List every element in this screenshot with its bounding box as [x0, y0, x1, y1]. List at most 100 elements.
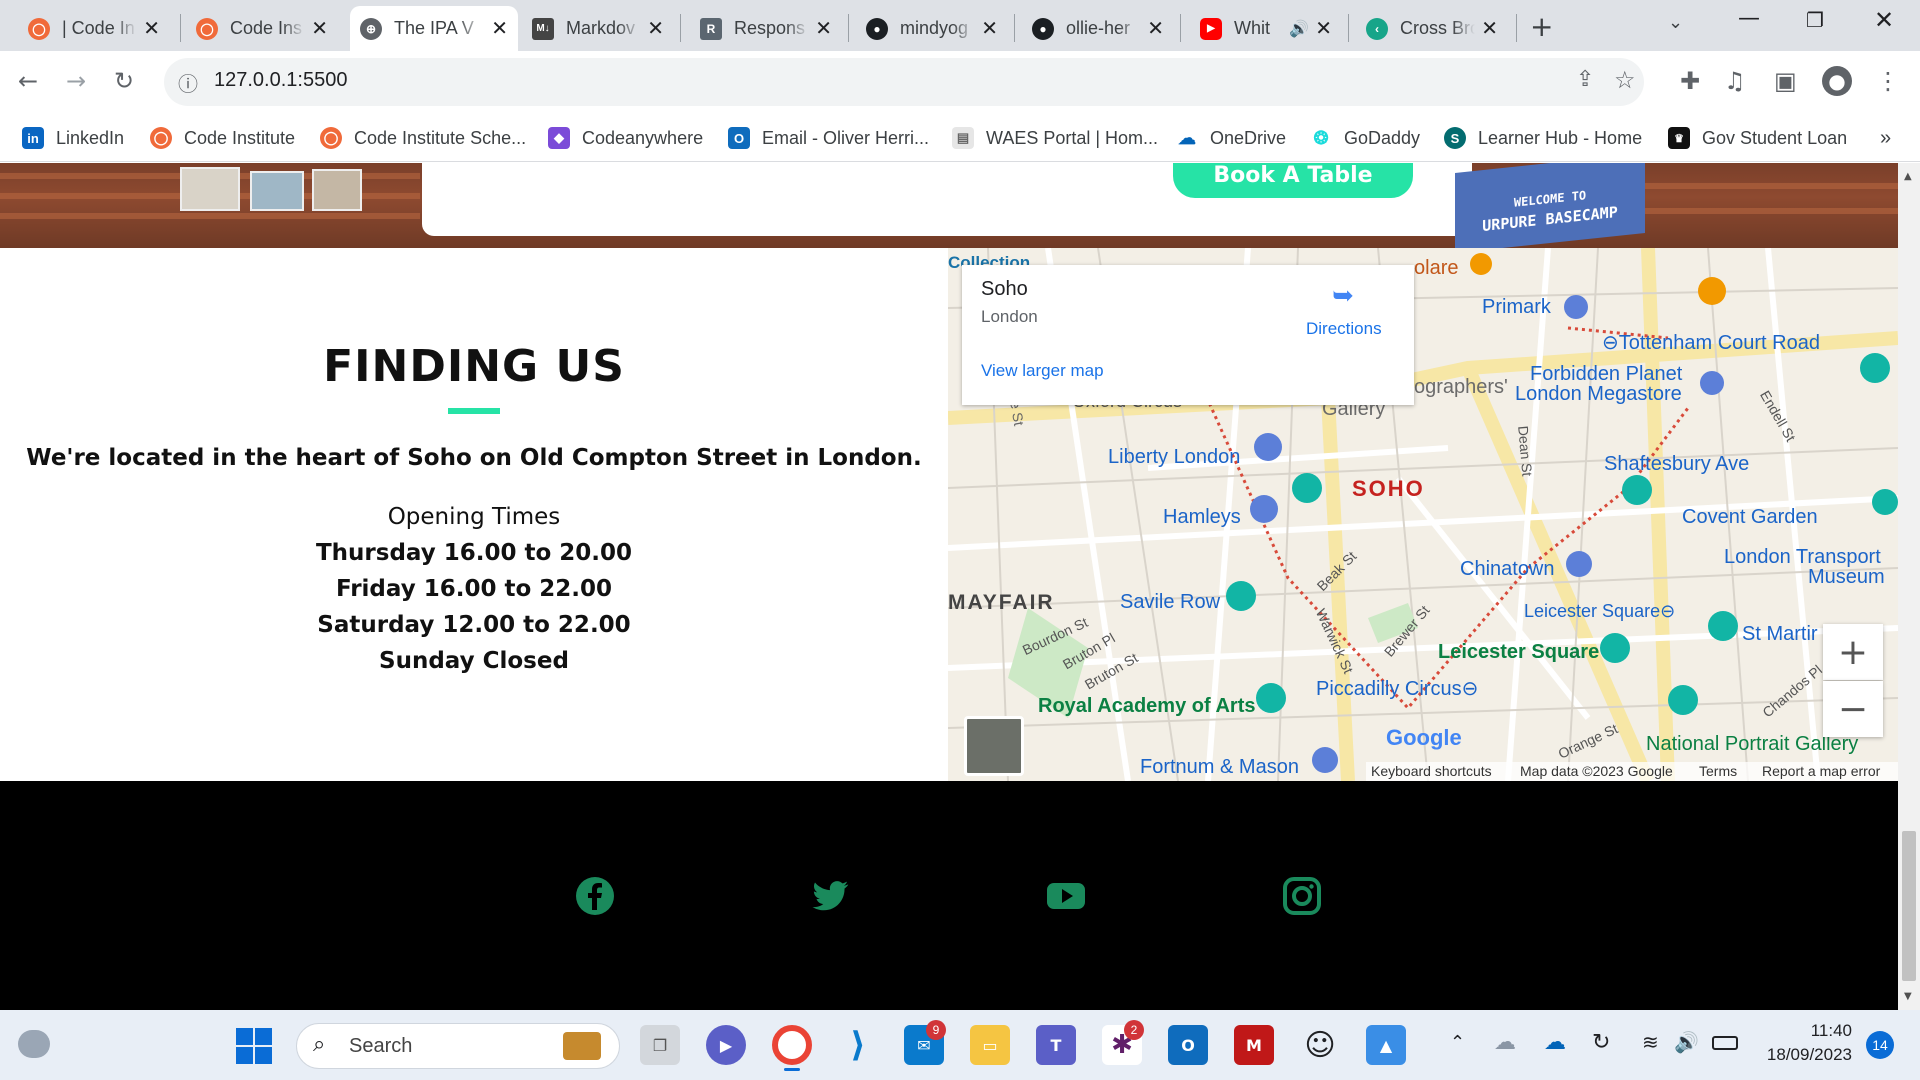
media-control-icon[interactable]: ♫: [1724, 66, 1746, 96]
chevron-up-icon[interactable]: ⌃: [1450, 1032, 1465, 1053]
bookmark-star-icon[interactable]: ☆: [1614, 66, 1636, 94]
minimize-icon[interactable]: —: [1738, 6, 1760, 31]
attraction-pin-icon[interactable]: [1226, 581, 1256, 611]
vscode-icon[interactable]: ⟩: [838, 1025, 878, 1065]
view-larger-map-link[interactable]: View larger map: [981, 361, 1104, 381]
attraction-pin-icon[interactable]: [1708, 611, 1738, 641]
profile-avatar-icon[interactable]: ●: [1822, 66, 1852, 96]
teams-icon[interactable]: T: [1036, 1025, 1076, 1065]
forward-arrow-icon[interactable]: →: [66, 66, 86, 96]
chrome-icon[interactable]: [772, 1025, 812, 1065]
outlook-icon[interactable]: O: [1168, 1025, 1208, 1065]
teams-chat-icon[interactable]: ▶: [706, 1025, 746, 1065]
shopping-pin-icon[interactable]: [1250, 495, 1278, 523]
shopping-pin-icon[interactable]: [1700, 371, 1724, 395]
onedrive-tray-icon[interactable]: ☁: [1494, 1030, 1516, 1055]
attraction-pin-icon[interactable]: [1256, 683, 1286, 713]
bookmark-onedrive[interactable]: ☁ OneDrive: [1176, 114, 1286, 162]
bookmark-codeanywhere[interactable]: ◆ Codeanywhere: [548, 114, 703, 162]
bookmark-gov-student-loan[interactable]: ♛ Gov Student Loan: [1668, 114, 1847, 162]
close-icon[interactable]: ✕: [491, 16, 508, 41]
more-bookmarks-chevron-icon[interactable]: »: [1880, 114, 1891, 162]
book-table-button[interactable]: Book A Table: [1173, 163, 1413, 198]
bookmark-godaddy[interactable]: ❂ GoDaddy: [1310, 114, 1420, 162]
attraction-pin-icon[interactable]: [1668, 685, 1698, 715]
site-info-icon[interactable]: ⓘ: [178, 68, 198, 97]
browser-tab[interactable]: R Respons ✕: [690, 6, 842, 51]
instagram-icon[interactable]: [1282, 876, 1322, 916]
bookmark-learner-hub[interactable]: S Learner Hub - Home: [1444, 114, 1642, 162]
zoom-in-button[interactable]: +: [1823, 624, 1883, 680]
menu-kebab-icon[interactable]: ⋮: [1876, 66, 1900, 96]
directions-link[interactable]: Directions: [1306, 319, 1382, 339]
bookmark-waes[interactable]: ▤ WAES Portal | Hom...: [952, 114, 1158, 162]
back-arrow-icon[interactable]: ←: [18, 66, 38, 96]
bookmark-code-institute-schedule[interactable]: ◯ Code Institute Sche...: [320, 114, 526, 162]
sync-icon[interactable]: ↻: [1592, 1030, 1610, 1055]
shopping-pin-icon[interactable]: [1312, 747, 1338, 773]
keyboard-shortcuts-link[interactable]: Keyboard shortcuts: [1371, 763, 1492, 779]
restore-icon[interactable]: ❐: [1806, 8, 1824, 32]
close-icon[interactable]: ✕: [143, 16, 160, 41]
onedrive-tray-icon[interactable]: ☁: [1544, 1030, 1566, 1055]
extensions-icon[interactable]: ✚: [1680, 66, 1700, 96]
clock-time[interactable]: 11:40: [1762, 1021, 1852, 1041]
photos-icon[interactable]: ▲: [1366, 1025, 1406, 1065]
zoom-out-button[interactable]: −: [1823, 681, 1883, 737]
bookmark-linkedin[interactable]: in LinkedIn: [22, 114, 124, 162]
attraction-pin-icon[interactable]: [1860, 353, 1890, 383]
task-view-icon[interactable]: ❐: [640, 1025, 680, 1065]
browser-tab[interactable]: ● ollie-her ✕: [1022, 6, 1174, 51]
attraction-pin-icon[interactable]: [1292, 473, 1322, 503]
url-text[interactable]: 127.0.0.1:5500: [214, 69, 347, 92]
terms-link[interactable]: Terms: [1699, 763, 1737, 779]
browser-tab[interactable]: ▶ Whit 🔊 ✕: [1190, 6, 1342, 51]
close-icon[interactable]: ✕: [1147, 16, 1164, 41]
browser-tab-active[interactable]: ⊕ The IPA V ✕: [350, 6, 518, 51]
volume-icon[interactable]: 🔊: [1674, 1030, 1699, 1054]
attraction-pin-icon[interactable]: [1600, 633, 1630, 663]
bookmark-email[interactable]: O Email - Oliver Herri...: [728, 114, 929, 162]
shopping-pin-icon[interactable]: [1564, 295, 1588, 319]
close-icon[interactable]: ✕: [647, 16, 664, 41]
clock-date[interactable]: 18/09/2023: [1740, 1045, 1852, 1065]
youtube-icon[interactable]: [1046, 876, 1086, 916]
scrollbar-thumb[interactable]: [1902, 831, 1916, 981]
reload-icon[interactable]: ↻: [114, 66, 134, 96]
twitter-icon[interactable]: [810, 876, 850, 916]
browser-tab[interactable]: ◯ Code Ins ✕: [186, 6, 338, 51]
bar-pin-icon[interactable]: [1698, 277, 1726, 305]
weather-icon[interactable]: [18, 1030, 50, 1058]
browser-tab[interactable]: M↓ Markdov ✕: [522, 6, 674, 51]
windows-start-icon[interactable]: [236, 1028, 272, 1064]
directions-icon[interactable]: ➥: [1328, 281, 1358, 311]
browser-tab[interactable]: ● mindyog ✕: [856, 6, 1008, 51]
close-icon[interactable]: ✕: [1481, 16, 1498, 41]
file-explorer-icon[interactable]: ▭: [970, 1025, 1010, 1065]
browser-tab[interactable]: ‹ Cross Bro ✕: [1356, 6, 1508, 51]
attraction-pin-icon[interactable]: [1622, 475, 1652, 505]
facebook-icon[interactable]: [575, 876, 615, 916]
close-icon[interactable]: ✕: [1315, 16, 1332, 41]
report-map-error-link[interactable]: Report a map error: [1762, 763, 1880, 779]
scroll-down-arrow-icon[interactable]: ▼: [1904, 991, 1912, 1002]
restaurant-pin-icon[interactable]: [1470, 253, 1492, 275]
shopping-pin-icon[interactable]: [1254, 433, 1282, 461]
page-scrollbar[interactable]: ▲ ▼: [1898, 163, 1920, 1010]
smiley-app-icon[interactable]: ☺: [1300, 1025, 1340, 1065]
close-icon[interactable]: ✕: [311, 16, 328, 41]
speaker-icon[interactable]: 🔊: [1289, 19, 1309, 39]
browser-tab[interactable]: ◯ | Code In ✕: [18, 6, 170, 51]
close-icon[interactable]: ✕: [815, 16, 832, 41]
share-icon[interactable]: ⇪: [1576, 67, 1594, 92]
new-tab-icon[interactable]: +: [1530, 10, 1553, 43]
notification-badge[interactable]: 14: [1866, 1031, 1894, 1059]
attraction-pin-icon[interactable]: [1872, 489, 1898, 515]
mcafee-icon[interactable]: M: [1234, 1025, 1274, 1065]
satellite-toggle-thumbnail[interactable]: [964, 716, 1024, 776]
window-close-icon[interactable]: ✕: [1874, 6, 1894, 34]
bookmark-code-institute[interactable]: ◯ Code Institute: [150, 114, 295, 162]
close-icon[interactable]: ✕: [981, 16, 998, 41]
scroll-up-arrow-icon[interactable]: ▲: [1904, 171, 1912, 182]
tab-search-chevron-down-icon[interactable]: ⌄: [1668, 12, 1683, 33]
